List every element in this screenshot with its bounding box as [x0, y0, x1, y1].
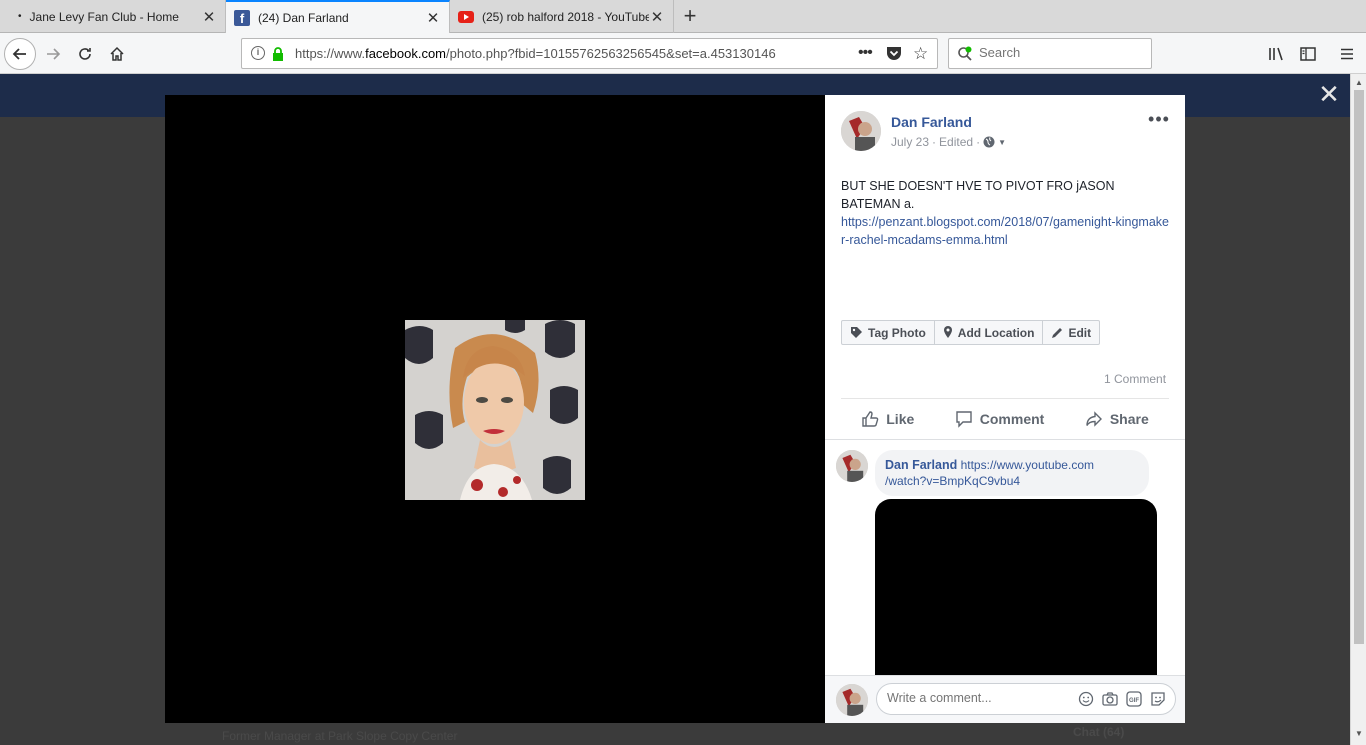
photo-image [405, 320, 585, 500]
bookmark-star-icon[interactable]: ☆ [913, 44, 928, 64]
comment-count[interactable]: 1 Comment [1104, 372, 1166, 386]
scroll-down-arrow-icon[interactable]: ▼ [1355, 729, 1363, 738]
tab-dan-farland[interactable]: f (24) Dan Farland ✕ [226, 0, 450, 34]
avatar [836, 684, 868, 716]
post-text: BUT SHE DOESN'T HVE TO PIVOT FRO jASON B… [841, 177, 1171, 249]
photo-stage [165, 95, 825, 723]
thumbs-up-icon [862, 411, 879, 427]
sidebar-icon [1300, 47, 1316, 61]
tab-title: (24) Dan Farland [258, 11, 349, 25]
scroll-thumb[interactable] [1354, 90, 1364, 644]
hamburger-icon [1341, 48, 1353, 60]
divider [841, 398, 1169, 399]
comment-bubble: Dan Farland https://www.youtube.com/watc… [875, 450, 1149, 496]
like-button[interactable]: Like [861, 410, 914, 428]
avatar[interactable] [841, 111, 881, 151]
add-location-button[interactable]: Add Location [935, 321, 1044, 344]
chat-sidebar-label: Chat (64) [1073, 725, 1125, 739]
home-icon [110, 46, 124, 61]
tag-photo-button[interactable]: Tag Photo [842, 321, 935, 344]
close-tab-icon[interactable]: ✕ [425, 9, 441, 27]
youtube-icon [458, 10, 474, 23]
sidebar-toggle-button[interactable] [1293, 39, 1323, 69]
search-bar[interactable] [948, 38, 1152, 69]
search-input[interactable] [979, 45, 1139, 60]
video-embed[interactable] [875, 499, 1157, 675]
home-button[interactable] [102, 39, 132, 69]
tab-title: Jane Levy Fan Club - Home [29, 9, 179, 24]
avatar-image [836, 450, 868, 482]
edit-button[interactable]: Edit [1043, 321, 1099, 344]
comment-composer: GIF [825, 675, 1185, 723]
avatar[interactable] [836, 450, 868, 482]
audience-selector[interactable]: ▼ [983, 136, 1006, 148]
emoji-icon[interactable] [1077, 690, 1095, 708]
pencil-icon [1052, 327, 1063, 338]
arrow-left-icon [12, 48, 26, 60]
more-actions-icon[interactable]: ••• [858, 44, 873, 62]
globe-icon [983, 136, 995, 148]
library-icon [1269, 47, 1283, 61]
tag-icon [851, 327, 862, 338]
svg-text:GIF: GIF [1129, 698, 1139, 704]
camera-icon[interactable] [1101, 690, 1119, 708]
comment-author-name[interactable]: Dan Farland [885, 458, 957, 472]
location-pin-icon [943, 326, 952, 338]
new-tab-button[interactable]: + [676, 4, 704, 30]
profile-work-line: Former Manager at Park Slope Copy Center [222, 729, 458, 743]
lock-icon [272, 47, 284, 64]
navigation-bar: i https://www.facebook.com/photo.php?fbi… [0, 33, 1366, 74]
menu-button[interactable] [1332, 39, 1362, 69]
library-button[interactable] [1262, 39, 1292, 69]
comments-section: Dan Farland https://www.youtube.com/watc… [825, 439, 1185, 675]
comment-input-box[interactable]: GIF [876, 683, 1176, 715]
post-action-row: Like Comment Share [841, 402, 1169, 436]
pocket-icon[interactable] [886, 46, 902, 64]
photo-info-panel: Dan Farland July 23 · Edited · ▼ ••• BUT… [825, 95, 1185, 723]
search-icon [957, 46, 973, 65]
tab-youtube[interactable]: (25) rob halford 2018 - YouTube ✕ [450, 0, 674, 33]
post-photo[interactable] [405, 320, 585, 500]
reload-button[interactable] [70, 39, 100, 69]
post-edited-label[interactable]: Edited [939, 135, 973, 149]
tab-jane-levy[interactable]: • Jane Levy Fan Club - Home ✕ [0, 0, 226, 33]
post-text-line: BUT SHE DOESN'T HVE TO PIVOT FRO jASON [841, 179, 1115, 193]
tab-bar: • Jane Levy Fan Club - Home ✕ f (24) Dan… [0, 0, 1366, 34]
share-button[interactable]: Share [1085, 410, 1149, 428]
url-text: https://www.facebook.com/photo.php?fbid=… [295, 46, 776, 61]
post-date[interactable]: July 23 [891, 135, 929, 149]
post-options-button[interactable]: ••• [1147, 110, 1171, 131]
avatar-image [836, 684, 868, 716]
avatar-image [841, 111, 881, 151]
url-bar[interactable]: i https://www.facebook.com/photo.php?fbi… [241, 38, 938, 69]
comment-button[interactable]: Comment [955, 410, 1044, 428]
page-scrollbar[interactable]: ▲ ▼ [1350, 74, 1366, 745]
post-author-name[interactable]: Dan Farland [891, 114, 972, 130]
close-tab-icon[interactable]: ✕ [649, 8, 665, 26]
forward-button[interactable] [38, 39, 68, 69]
close-photo-viewer-button[interactable]: ✕ [1316, 80, 1342, 108]
reload-icon [79, 48, 91, 60]
post-link[interactable]: https://penzant.blogspot.com/2018/07/gam… [841, 213, 1171, 249]
chevron-down-icon: ▼ [998, 137, 1006, 147]
dot-icon: • [18, 11, 22, 22]
tab-title: (25) rob halford 2018 - YouTube [482, 9, 649, 24]
comment-input[interactable] [887, 691, 1067, 705]
photo-actions-bar: Tag Photo Add Location Edit [841, 320, 1101, 345]
back-button[interactable] [4, 38, 36, 70]
arrow-right-icon [47, 48, 61, 60]
scroll-up-arrow-icon[interactable]: ▲ [1355, 78, 1363, 87]
share-arrow-icon [1086, 411, 1102, 427]
post-text-line: BATEMAN a. [841, 197, 915, 211]
facebook-icon: f [234, 10, 250, 26]
speech-bubble-icon [956, 411, 972, 428]
post-meta: July 23 · Edited · ▼ [891, 135, 1006, 149]
close-tab-icon[interactable]: ✕ [201, 8, 217, 26]
info-icon[interactable]: i [251, 46, 265, 60]
gif-icon[interactable]: GIF [1125, 690, 1143, 708]
sticker-icon[interactable] [1149, 690, 1167, 708]
composer-icons: GIF [1077, 690, 1167, 708]
